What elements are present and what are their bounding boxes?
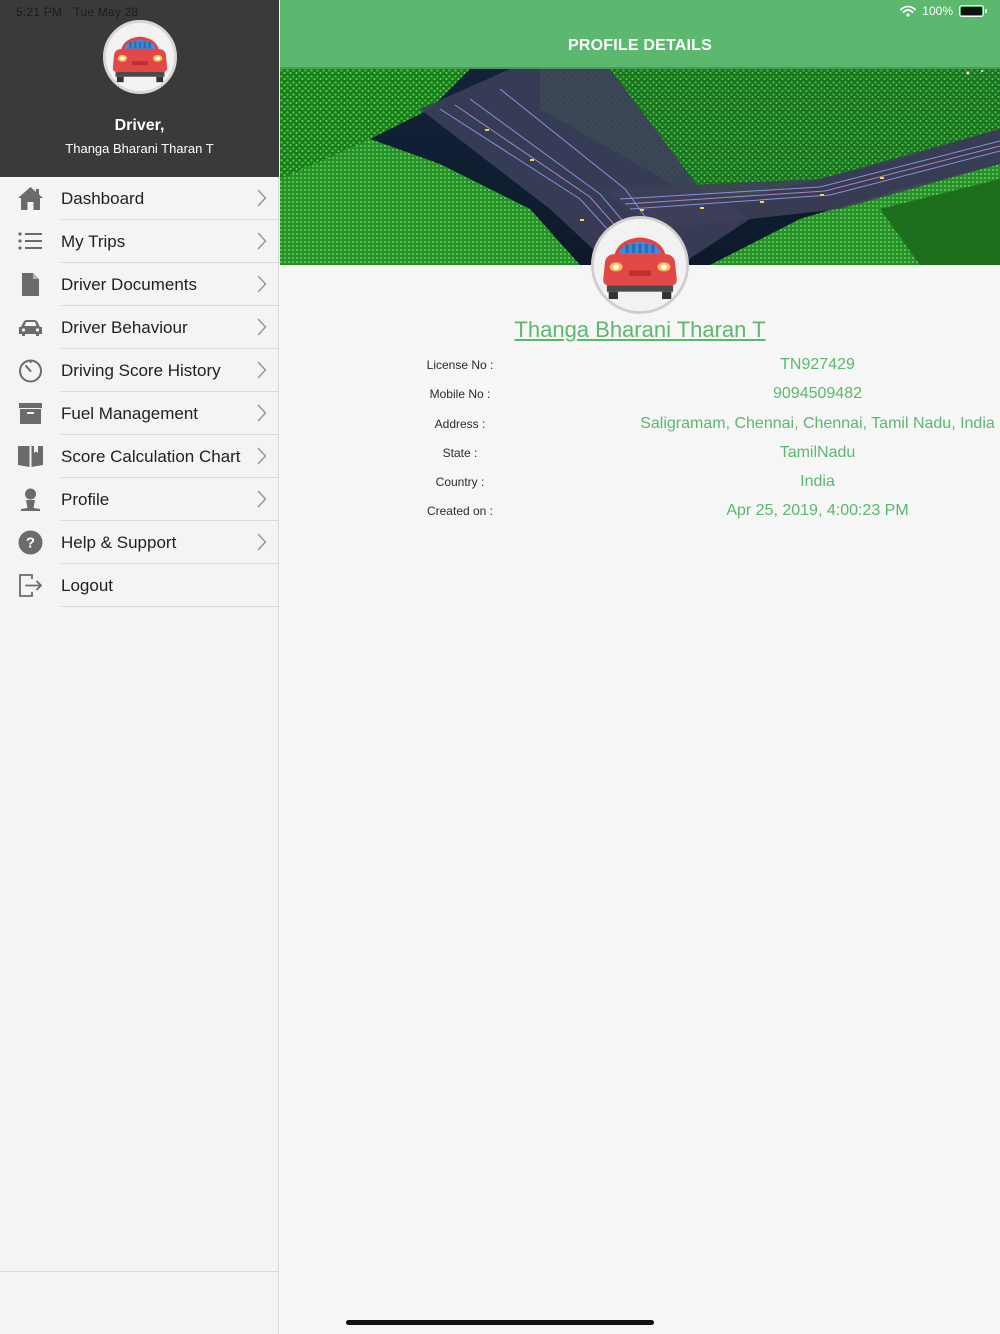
sidebar-header: 5:21 PM Tue May 28 Driver, Thanga Bharan… xyxy=(0,0,279,177)
detail-row-license: License No : TN927429 xyxy=(280,352,1000,381)
question-icon: ? xyxy=(18,530,43,555)
battery-percent: 100% xyxy=(922,4,953,18)
detail-label: License No : xyxy=(426,358,494,372)
profile-details-list: License No : TN927429 Mobile No : 909450… xyxy=(280,352,1000,528)
profile-details-screen: 100% PROFILE DETAILS Thanga Bharani Thar… xyxy=(280,0,1000,1334)
chevron-right-icon xyxy=(257,275,267,293)
home-icon xyxy=(18,187,43,210)
chevron-right-icon xyxy=(257,189,267,207)
menu-item-driver-documents[interactable]: Driver Documents xyxy=(0,263,279,306)
menu-item-label: My Trips xyxy=(61,232,126,251)
detail-label: State : xyxy=(442,445,478,460)
status-time: 5:21 PM xyxy=(16,5,63,19)
archive-box-icon xyxy=(19,403,42,424)
car-icon xyxy=(19,320,42,336)
chevron-right-icon xyxy=(257,404,267,422)
detail-value: TN927429 xyxy=(780,356,855,373)
page-title: PROFILE DETAILS xyxy=(567,37,713,54)
side-menu: 5:21 PM Tue May 28 Driver, Thanga Bharan… xyxy=(0,0,279,1334)
home-indicator[interactable] xyxy=(346,1320,654,1325)
book-icon xyxy=(18,446,43,467)
detail-label: Country : xyxy=(435,475,485,490)
divider xyxy=(61,606,279,607)
wifi-icon xyxy=(900,5,917,17)
detail-row-state: State : TamilNadu xyxy=(280,440,1000,469)
status-bar-left: 5:21 PM Tue May 28 xyxy=(16,5,146,19)
menu-item-help-support[interactable]: ? Help & Support xyxy=(0,521,279,564)
status-date: Tue May 28 xyxy=(73,5,139,19)
detail-row-address: Address : Saligramam, Chennai, Chennai, … xyxy=(280,411,1000,440)
battery-icon xyxy=(959,5,987,17)
list-icon xyxy=(18,232,42,250)
menu-item-profile[interactable]: Profile xyxy=(0,478,279,521)
chevron-right-icon xyxy=(257,361,267,379)
menu-item-my-trips[interactable]: My Trips xyxy=(0,220,279,263)
timer-icon xyxy=(19,359,42,383)
divider xyxy=(0,1271,279,1272)
menu-list: Dashboard My Trips Driver Documents Driv… xyxy=(0,177,279,607)
detail-value: 9094509482 xyxy=(773,385,862,403)
menu-item-score-calculation-chart[interactable]: Score Calculation Chart xyxy=(0,435,279,478)
chevron-right-icon xyxy=(257,447,267,465)
car-front-icon xyxy=(106,23,174,91)
chevron-right-icon xyxy=(257,232,267,250)
detail-value: India xyxy=(800,473,835,491)
detail-value: TamilNadu xyxy=(779,443,856,461)
detail-row-mobile: Mobile No : 9094509482 xyxy=(280,381,1000,410)
detail-row-created: Created on : Apr 25, 2019, 4:00:23 PM xyxy=(280,498,1000,527)
sidebar-role: Driver, xyxy=(114,117,165,134)
profile-avatar xyxy=(591,216,689,314)
person-icon xyxy=(21,488,40,511)
menu-item-label: Profile xyxy=(61,490,110,509)
detail-value: Saligramam, Chennai, Chennai, Tamil Nadu… xyxy=(640,414,995,432)
chevron-right-icon xyxy=(257,490,267,508)
menu-item-dashboard[interactable]: Dashboard xyxy=(0,177,279,220)
sidebar-avatar xyxy=(103,20,177,94)
menu-item-label: Help & Support xyxy=(61,533,177,552)
detail-label: Address : xyxy=(434,416,486,431)
detail-value: Apr 25, 2019, 4:00:23 PM xyxy=(726,502,909,520)
document-icon xyxy=(22,273,39,296)
chevron-right-icon xyxy=(257,533,267,551)
sidebar-user-name: Thanga Bharani Tharan T xyxy=(65,141,214,156)
status-bar-right: 100% xyxy=(900,4,987,18)
profile-name-link[interactable]: Thanga Bharani Tharan T xyxy=(280,317,1000,343)
detail-label: Created on : xyxy=(426,504,494,519)
menu-item-label: Score Calculation Chart xyxy=(61,447,241,466)
car-front-icon xyxy=(594,219,686,311)
menu-item-label: Driver Behaviour xyxy=(61,318,188,337)
menu-item-label: Driving Score History xyxy=(61,361,221,380)
detail-row-country: Country : India xyxy=(280,469,1000,498)
menu-item-fuel-management[interactable]: Fuel Management xyxy=(0,392,279,435)
chevron-right-icon xyxy=(257,318,267,336)
detail-label: Mobile No : xyxy=(429,387,491,402)
svg-text:?: ? xyxy=(26,535,35,552)
menu-item-label: Driver Documents xyxy=(61,275,198,294)
menu-item-label: Fuel Management xyxy=(61,404,199,423)
menu-item-logout[interactable]: Logout xyxy=(0,564,279,607)
menu-item-driver-behaviour[interactable]: Driver Behaviour xyxy=(0,306,279,349)
nav-bar: 100% PROFILE DETAILS xyxy=(280,0,1000,67)
menu-item-driving-score-history[interactable]: Driving Score History xyxy=(0,349,279,392)
menu-item-label: Dashboard xyxy=(61,189,145,208)
logout-icon xyxy=(19,574,42,597)
menu-item-label: Logout xyxy=(61,576,113,595)
